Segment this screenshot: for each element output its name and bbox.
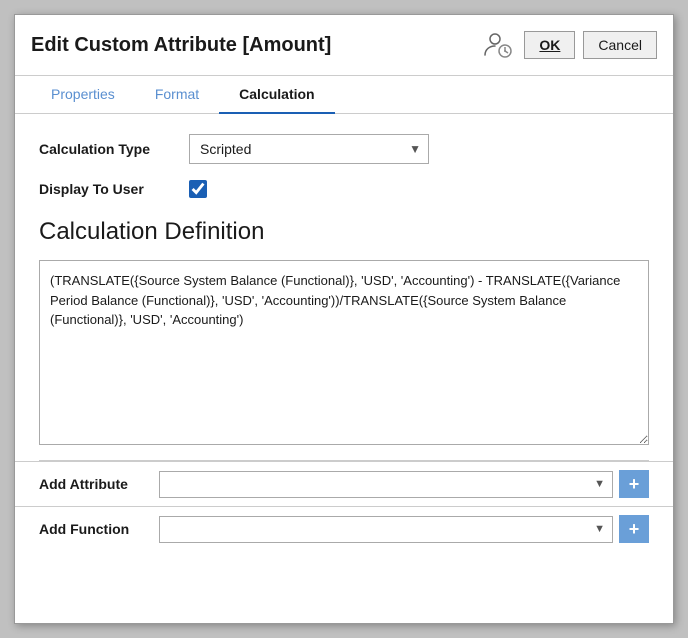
add-function-label: Add Function	[39, 521, 159, 537]
bottom-rows: Add Attribute ▼ + Add Function ▼	[39, 460, 649, 551]
user-settings-icon[interactable]	[480, 27, 516, 63]
dialog-title: Edit Custom Attribute [Amount]	[31, 34, 331, 57]
calculation-type-select-wrapper: Scripted ▼	[189, 134, 429, 164]
add-attribute-label: Add Attribute	[39, 476, 159, 492]
dialog-header: Edit Custom Attribute [Amount] OK Cancel	[15, 15, 673, 76]
add-function-button[interactable]: +	[619, 515, 649, 543]
add-function-select[interactable]	[159, 516, 613, 543]
display-to-user-checkbox[interactable]	[189, 180, 207, 198]
tab-properties[interactable]: Properties	[31, 76, 135, 114]
add-attribute-select-wrapper: ▼	[159, 471, 613, 498]
tab-format[interactable]: Format	[135, 76, 219, 114]
add-function-select-wrapper: ▼	[159, 516, 613, 543]
add-attribute-button[interactable]: +	[619, 470, 649, 498]
add-attribute-row: Add Attribute ▼ +	[15, 461, 673, 506]
edit-custom-attribute-dialog: Edit Custom Attribute [Amount] OK Cancel…	[14, 14, 674, 624]
calculation-type-select[interactable]: Scripted	[189, 134, 429, 164]
calculation-type-row: Calculation Type Scripted ▼	[39, 134, 649, 164]
dialog-body: Calculation Type Scripted ▼ Display To U…	[15, 114, 673, 623]
section-title: Calculation Definition	[39, 218, 649, 246]
header-actions: OK Cancel	[480, 27, 657, 63]
display-to-user-label: Display To User	[39, 181, 189, 197]
calculation-type-label: Calculation Type	[39, 141, 189, 157]
add-function-row: Add Function ▼ +	[15, 506, 673, 551]
display-to-user-row: Display To User	[39, 180, 649, 198]
tab-bar: Properties Format Calculation	[15, 76, 673, 114]
cancel-button[interactable]: Cancel	[583, 31, 657, 59]
add-attribute-select[interactable]	[159, 471, 613, 498]
tab-calculation[interactable]: Calculation	[219, 76, 334, 114]
calculation-definition-textarea[interactable]: (TRANSLATE({Source System Balance (Funct…	[39, 260, 649, 445]
ok-button[interactable]: OK	[524, 31, 575, 59]
